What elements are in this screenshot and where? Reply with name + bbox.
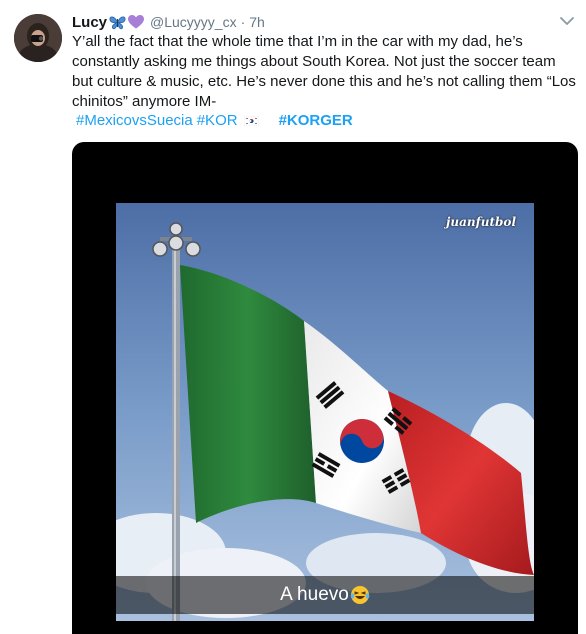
flag-photo [116,203,534,621]
hashtag-mexicovssuecia[interactable]: #MexicovsSuecia [76,111,193,131]
tweet-header: Lucy @Lucyyyy_cx · 7h [72,12,265,32]
avatar-photo [14,14,62,62]
separator-dot: · [240,14,246,30]
chevron-down-icon[interactable] [558,12,576,30]
user-handle[interactable]: @Lucyyyy_cx [150,14,237,30]
media-image[interactable]: juanfutbol A huevo [116,203,534,621]
timestamp[interactable]: 7h [249,14,265,30]
tweet-card[interactable]: Lucy @Lucyyyy_cx · 7h Y’all the fact tha… [0,0,586,634]
watermark-logo: juanfutbol [446,215,516,229]
avatar[interactable] [14,14,62,62]
media-container[interactable]: juanfutbol A huevo [72,142,578,634]
hashtag-row: #MexicovsSuecia #KOR #KORGER [76,111,576,131]
butterfly-icon [109,15,126,30]
caption-bar: A huevo [116,576,534,614]
south-korea-flag-icon [243,116,259,126]
hashtag-korger[interactable]: #KORGER [279,111,353,131]
purple-heart-icon [128,15,145,29]
tweet-text: Y’all the fact that the whole time that … [72,33,576,110]
hashtag-kor[interactable]: #KOR [197,111,238,131]
laughing-tears-emoji-icon [350,586,370,604]
caption-text: A huevo [280,584,349,605]
display-name[interactable]: Lucy [72,14,107,31]
